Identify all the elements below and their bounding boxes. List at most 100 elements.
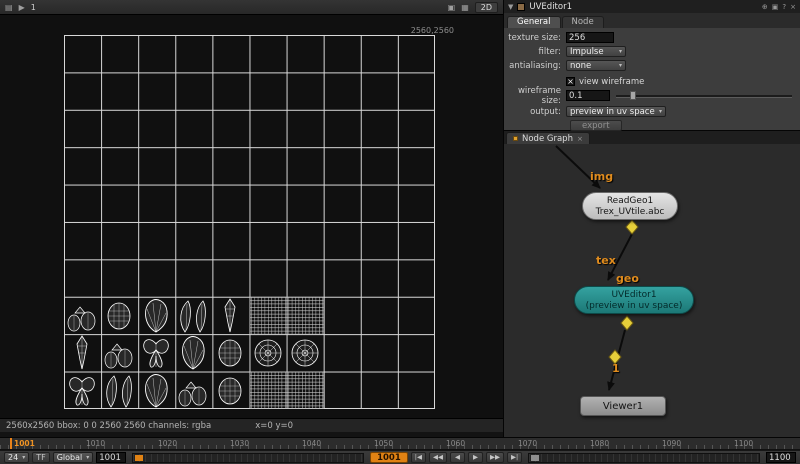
nuke-application-window: ▤ ▶ 1 ▣ ▦ 2D 2560,2560 [0,0,800,464]
node-subtitle: Trex_UVtile.abc [583,207,677,218]
grid-icon[interactable]: ▦ [461,3,469,12]
view-wireframe-checkbox[interactable]: × [566,77,575,86]
range-mode-value: Global [57,453,83,462]
node-graph-canvas[interactable]: img tex geo 1 ReadGeo1 Trex_UVtile.abc U… [504,144,800,437]
timeline: 1001 1010 1020 1030 1040 1050 1060 1070 … [0,438,800,464]
range-mode-dropdown[interactable]: Global ▾ [53,452,94,463]
uv-viewer-panel: ▤ ▶ 1 ▣ ▦ 2D 2560,2560 [0,0,503,437]
ruler-label: 1070 [518,439,537,448]
resolution-bbox-text: 2560x2560 bbox: 0 0 2560 2560 channels: … [6,421,211,431]
node-graph-tab-icon [513,136,518,141]
chevron-down-icon: ▾ [619,62,622,69]
ruler-label: 1100 [734,439,753,448]
antialiasing-dropdown[interactable]: none ▾ [566,60,626,71]
close-icon[interactable]: × [577,135,583,143]
view-wireframe-label: view wireframe [579,77,644,87]
wireframe-size-input[interactable] [566,90,610,101]
texture-size-row: texture size: [504,31,800,44]
fps-dropdown[interactable]: 24 ▾ [4,452,29,463]
chevron-down-icon: ▾ [619,48,622,55]
filter-label: filter: [504,47,566,57]
layers-icon[interactable]: ▤ [5,3,13,12]
secondary-slider[interactable] [528,453,760,463]
antialiasing-value: none [570,61,591,71]
viewer-input-label: 1 [31,3,36,12]
timeline-controls: 24 ▾ TF Global ▾ 1001 |◀ ◀◀ ◀ ▶ ▶▶ ▶| [0,450,800,464]
tab-node[interactable]: Node [562,16,604,28]
float-window-icon[interactable]: ▣ [448,3,456,12]
timeline-ruler[interactable]: 1001 1010 1020 1030 1040 1050 1060 1070 … [0,438,800,450]
properties-title: UVEditor1 [529,2,572,12]
filter-value: Impulse [570,47,604,57]
playhead-frame-label: 1001 [14,439,35,448]
properties-tabs: General Node [504,13,800,28]
node-title: Viewer1 [603,401,643,412]
node-graph-tab-label: Node Graph [522,134,573,144]
play-forward-button[interactable]: ▶▶ [486,452,504,463]
output-dropdown[interactable]: preview in uv space ▾ [566,106,666,117]
tab-general[interactable]: General [507,16,561,28]
node-graph-panel: Node Graph × img tex geo 1 [504,131,800,437]
wireframe-size-label: wireframe size: [504,86,566,106]
fps-value: 24 [8,453,18,462]
frame-slider[interactable] [132,453,364,463]
help-icon[interactable]: ? [782,3,786,11]
ruler-label: 1060 [446,439,465,448]
chevron-down-icon[interactable]: ▼ [508,3,513,11]
frame-first-button[interactable]: |◀ [411,452,426,463]
output-label: output: [504,107,566,117]
ruler-label: 1080 [590,439,609,448]
properties-body: texture size: filter: Impulse ▾ antialia… [504,28,800,132]
export-button[interactable]: export [570,120,622,131]
node-graph-tabbar: Node Graph × [504,131,800,144]
node-uveditor1[interactable]: UVEditor1 (preview in uv space) [574,286,694,314]
slider-handle[interactable] [630,91,636,100]
chevron-down-icon: ▾ [86,454,89,461]
filter-dropdown[interactable]: Impulse ▾ [566,46,626,57]
ruler-label: 1040 [302,439,321,448]
view-mode-dropdown[interactable]: 2D [475,2,498,13]
play-icon[interactable]: ▶ [19,3,25,12]
texture-size-input[interactable] [566,32,614,43]
ruler-label: 1020 [158,439,177,448]
output-row: output: preview in uv space ▾ [504,105,800,118]
playhead[interactable] [10,438,12,449]
viewer-status-bar: 2560x2560 bbox: 0 0 2560 2560 channels: … [0,418,503,432]
cursor-coords-text: x=0 y=0 [255,421,293,431]
filter-row: filter: Impulse ▾ [504,45,800,58]
properties-header: ▼ UVEditor1 ⊕ ▣ ? × [504,0,800,13]
frame-last-button[interactable]: ▶| [507,452,522,463]
wireframe-size-row: wireframe size: [504,89,800,102]
ruler-label: 1010 [86,439,105,448]
antialiasing-label: antialiasing: [504,61,566,71]
node-subtitle: (preview in uv space) [575,301,693,312]
current-frame-box[interactable]: 1001 [370,452,408,463]
ruler-label: 1090 [662,439,681,448]
float-panel-icon[interactable]: ▣ [772,3,779,11]
node-color-chip[interactable] [517,3,525,11]
range-end-input[interactable] [766,452,796,463]
node-title: UVEditor1 [575,290,693,301]
tf-toggle-button[interactable]: TF [32,452,50,463]
center-node-icon[interactable]: ⊕ [762,3,768,11]
tab-node-graph[interactable]: Node Graph × [506,132,590,144]
frame-slider-handle[interactable] [135,455,143,461]
properties-panel: ▼ UVEditor1 ⊕ ▣ ? × General Node texture… [504,0,800,130]
node-viewer1[interactable]: Viewer1 [580,396,666,416]
check-icon: × [567,77,574,86]
node-readgeo1[interactable]: ReadGeo1 Trex_UVtile.abc [582,192,678,220]
format-corner-label: 2560,2560 [396,26,454,35]
step-forward-button[interactable]: ▶ [468,452,483,463]
range-start-input[interactable] [96,452,126,463]
uv-tile-grid [64,35,435,409]
close-icon[interactable]: × [790,3,796,11]
node-title: ReadGeo1 [583,196,677,207]
antialiasing-row: antialiasing: none ▾ [504,59,800,72]
uv-viewer-canvas[interactable]: 2560,2560 [0,15,503,418]
secondary-slider-handle[interactable] [531,455,539,461]
wireframe-size-slider[interactable] [616,91,792,100]
chevron-down-icon: ▾ [22,454,25,461]
viewer-toolbar: ▤ ▶ 1 ▣ ▦ 2D [0,0,503,15]
step-backward-button[interactable]: ◀ [450,452,465,463]
play-backward-button[interactable]: ◀◀ [429,452,447,463]
